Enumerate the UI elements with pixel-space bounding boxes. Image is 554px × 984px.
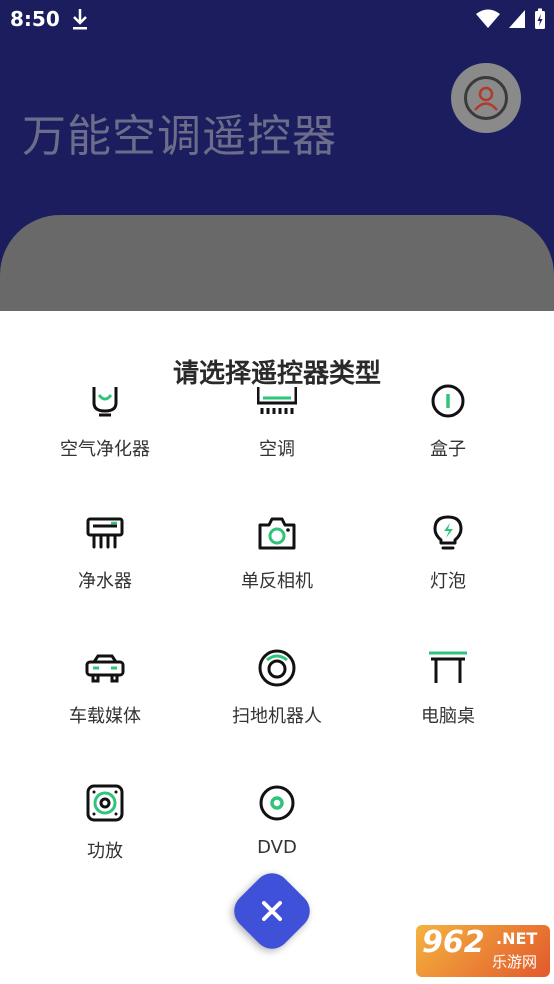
remote-type-label: 单反相机: [241, 571, 313, 592]
user-button[interactable]: [451, 63, 521, 133]
amplifier-icon: [86, 784, 124, 822]
remote-type-label: DVD: [257, 837, 297, 858]
signal-icon: [509, 10, 525, 28]
dvd-icon: [259, 785, 295, 821]
download-icon: [73, 9, 87, 30]
app-title: 万能空调遥控器: [22, 111, 337, 162]
water-purifier-icon: [86, 517, 124, 549]
watermark-net: .NET: [496, 929, 538, 948]
camera-icon: [258, 517, 296, 550]
remote-type-air-conditioner[interactable]: 空调: [187, 381, 367, 501]
sheet-title: 请选择遥控器类型: [172, 359, 381, 389]
watermark-site: 乐游网: [492, 953, 538, 971]
status-bar: 8:50: [0, 0, 554, 40]
computer-desk-icon: [429, 651, 467, 683]
remote-type-water-purifier[interactable]: 净水器: [15, 513, 195, 633]
remote-type-sheet: 请选择遥控器类型 空气净化器 空调 盒子 净水器 单反相机 灯泡 车载媒体 扫地…: [0, 311, 554, 984]
light-bulb-icon: [433, 515, 463, 550]
user-icon: [464, 76, 508, 120]
remote-type-label: 净水器: [78, 571, 132, 592]
close-icon: [262, 901, 282, 921]
remote-type-label: 盒子: [430, 439, 466, 460]
background-card: [0, 215, 554, 312]
remote-type-camera[interactable]: 单反相机: [187, 513, 367, 633]
remote-type-car-media[interactable]: 车载媒体: [15, 648, 195, 768]
remote-type-light-bulb[interactable]: 灯泡: [358, 513, 538, 633]
remote-type-computer-desk[interactable]: 电脑桌: [358, 648, 538, 768]
car-media-icon: [85, 654, 125, 683]
remote-type-amplifier[interactable]: 功放: [15, 783, 195, 903]
remote-type-label: 空调: [259, 439, 295, 460]
remote-type-label: 电脑桌: [421, 706, 475, 727]
watermark-number: 962: [422, 925, 485, 960]
watermark-logo: 962 .NET 乐游网: [416, 925, 550, 977]
remote-type-label: 车载媒体: [69, 706, 141, 727]
remote-type-air-purifier[interactable]: 空气净化器: [15, 381, 195, 501]
status-time: 8:50: [10, 7, 60, 31]
remote-type-tv-box[interactable]: 盒子: [358, 381, 538, 501]
robot-vacuum-icon: [258, 649, 296, 687]
wifi-icon: [476, 9, 500, 28]
remote-type-robot-vacuum[interactable]: 扫地机器人: [187, 648, 367, 768]
app-header: 8:50 万能空调遥控器: [0, 0, 554, 312]
battery-icon: [535, 8, 545, 29]
status-icons: [476, 7, 546, 31]
remote-type-label: 功放: [87, 841, 123, 862]
remote-type-label: 灯泡: [430, 571, 466, 592]
remote-type-label: 空气净化器: [60, 439, 150, 460]
remote-type-label: 扫地机器人: [232, 706, 322, 727]
